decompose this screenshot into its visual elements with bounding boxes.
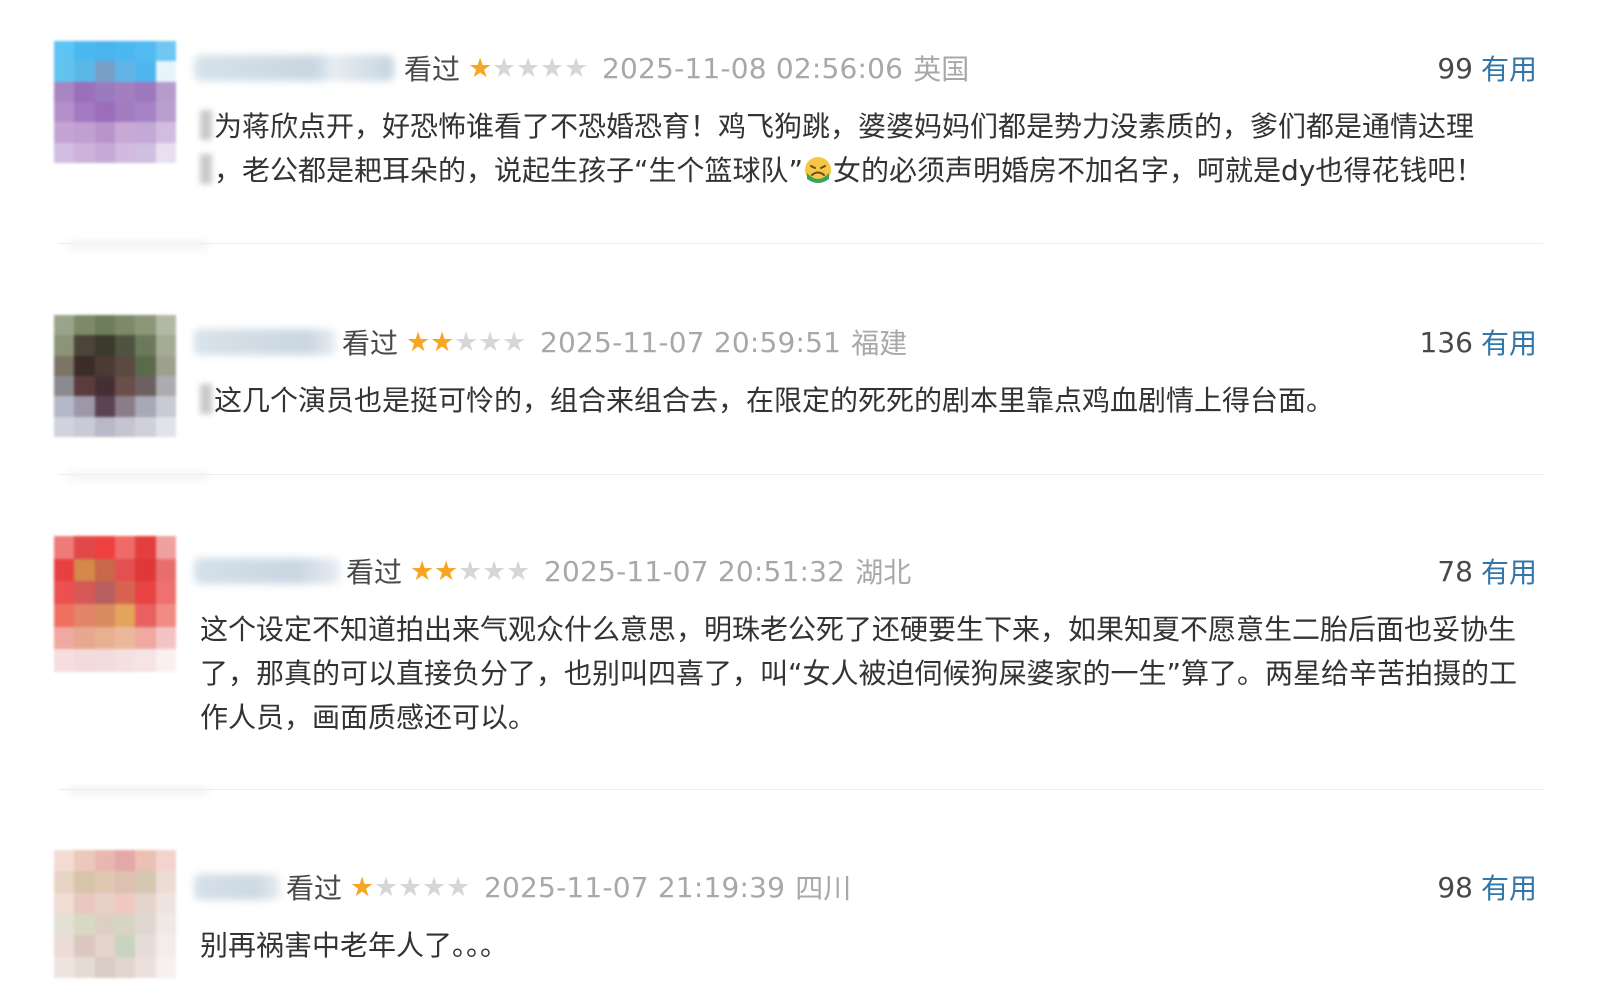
rating-stars: ★ ★ ★ ★ ★ xyxy=(468,55,588,82)
comment-meta: 看过 ★ ★ ★ ★ ★ 2025-11-07 20:59:51 福建 xyxy=(342,315,907,369)
watched-label: 看过 xyxy=(286,872,343,905)
useful-button[interactable]: 有用 xyxy=(1481,322,1537,362)
comment-line: ，老公都是耙耳朵的，说起生孩子“生个篮球队” 女的必须声明婚房不加名字，呵就是dy… xyxy=(200,149,1545,193)
star-empty-icon: ★ xyxy=(540,52,565,84)
star-empty-icon: ★ xyxy=(564,52,589,84)
useful-button[interactable]: 有用 xyxy=(1481,551,1537,591)
username-blurred[interactable] xyxy=(194,874,280,900)
comment-location: 福建 xyxy=(851,327,908,360)
star-filled-icon: ★ xyxy=(350,871,375,903)
star-empty-icon: ★ xyxy=(446,871,471,903)
vote-count: 78 xyxy=(1437,554,1473,588)
vote-area: 98 有用 xyxy=(1437,860,1537,914)
comment-line: 了，那真的可以直接负分了，也别叫四喜了，叫“女人被迫伺候狗屎婆家的一生”算了。两… xyxy=(200,657,1518,690)
username-blurred[interactable] xyxy=(194,558,340,584)
vote-area: 78 有用 xyxy=(1437,544,1537,598)
star-empty-icon: ★ xyxy=(478,326,503,358)
star-empty-icon: ★ xyxy=(422,871,447,903)
watched-label: 看过 xyxy=(404,53,461,86)
watched-label: 看过 xyxy=(342,327,399,360)
clipped-glyph xyxy=(200,154,212,184)
comment-line: 作人员，画面质感还可以。 xyxy=(200,701,537,734)
comment-line: 这几个演员也是挺可怜的，组合来组合去，在限定的死死的剧本里靠点鸡血剧情上得台面。 xyxy=(200,379,1545,423)
comment-text: 这个设定不知道拍出来气观众什么意思，明珠老公死了还硬要生下来，如果知夏不愿意生二… xyxy=(200,608,1545,740)
useful-button[interactable]: 有用 xyxy=(1481,48,1537,88)
star-filled-icon: ★ xyxy=(430,326,455,358)
star-filled-icon: ★ xyxy=(406,326,431,358)
star-empty-icon: ★ xyxy=(516,52,541,84)
star-filled-icon: ★ xyxy=(468,52,493,84)
star-empty-icon: ★ xyxy=(502,326,527,358)
avatar[interactable] xyxy=(54,315,176,437)
comment-meta: 看过 ★ ★ ★ ★ ★ 2025-11-07 20:51:32 湖北 xyxy=(346,544,911,598)
rating-stars: ★ ★ ★ ★ ★ xyxy=(406,329,526,356)
useful-button[interactable]: 有用 xyxy=(1481,867,1537,907)
username-blurred[interactable] xyxy=(194,55,394,81)
comment-location: 英国 xyxy=(913,53,970,86)
comment-line: 别再祸害中老年人了。。。 xyxy=(200,929,509,962)
rating-stars: ★ ★ ★ ★ ★ xyxy=(350,874,470,901)
username-blurred[interactable] xyxy=(194,329,336,355)
star-empty-icon: ★ xyxy=(492,52,517,84)
star-empty-icon: ★ xyxy=(398,871,423,903)
comment-text: 为蒋欣点开，好恐怖谁看了不恐婚恐育！鸡飞狗跳，婆婆妈妈们都是势力没素质的，爹们都… xyxy=(200,105,1545,193)
divider xyxy=(58,243,1543,244)
vote-count: 98 xyxy=(1437,870,1473,904)
comment-location: 四川 xyxy=(795,872,852,905)
avatar[interactable] xyxy=(54,536,176,672)
watched-label: 看过 xyxy=(346,556,403,589)
star-filled-icon: ★ xyxy=(410,555,435,587)
comment-meta: 看过 ★ ★ ★ ★ ★ 2025-11-07 21:19:39 四川 xyxy=(286,860,851,914)
star-empty-icon: ★ xyxy=(454,326,479,358)
vote-area: 136 有用 xyxy=(1420,315,1537,369)
comment-meta: 看过 ★ ★ ★ ★ ★ 2025-11-08 02:56:06 英国 xyxy=(404,41,969,95)
comment-time: 2025-11-07 20:59:51 xyxy=(540,325,842,359)
star-filled-icon: ★ xyxy=(434,555,459,587)
divider xyxy=(58,789,1543,790)
vote-area: 99 有用 xyxy=(1437,41,1537,95)
star-empty-icon: ★ xyxy=(458,555,483,587)
comment-line: 为蒋欣点开，好恐怖谁看了不恐婚恐育！鸡飞狗跳，婆婆妈妈们都是势力没素质的，爹们都… xyxy=(200,105,1545,149)
comment-time: 2025-11-08 02:56:06 xyxy=(602,51,904,85)
vote-count: 136 xyxy=(1419,325,1473,359)
star-empty-icon: ★ xyxy=(374,871,399,903)
star-empty-icon: ★ xyxy=(506,555,531,587)
comment-time: 2025-11-07 20:51:32 xyxy=(544,554,846,588)
divider xyxy=(58,474,1543,475)
crying-face-emoji-icon xyxy=(805,157,832,183)
comment-text: 别再祸害中老年人了。。。 xyxy=(200,924,1545,968)
avatar[interactable] xyxy=(54,850,176,978)
clipped-glyph xyxy=(200,384,212,414)
comment-text: 这几个演员也是挺可怜的，组合来组合去，在限定的死死的剧本里靠点鸡血剧情上得台面。 xyxy=(200,379,1545,423)
vote-count: 99 xyxy=(1437,51,1473,85)
comment-time: 2025-11-07 21:19:39 xyxy=(484,870,786,904)
star-empty-icon: ★ xyxy=(482,555,507,587)
clipped-glyph xyxy=(200,110,212,140)
avatar[interactable] xyxy=(54,41,176,163)
comment-line: 这个设定不知道拍出来气观众什么意思，明珠老公死了还硬要生下来，如果知夏不愿意生二… xyxy=(200,613,1517,646)
rating-stars: ★ ★ ★ ★ ★ xyxy=(410,558,530,585)
comment-location: 湖北 xyxy=(855,556,912,589)
